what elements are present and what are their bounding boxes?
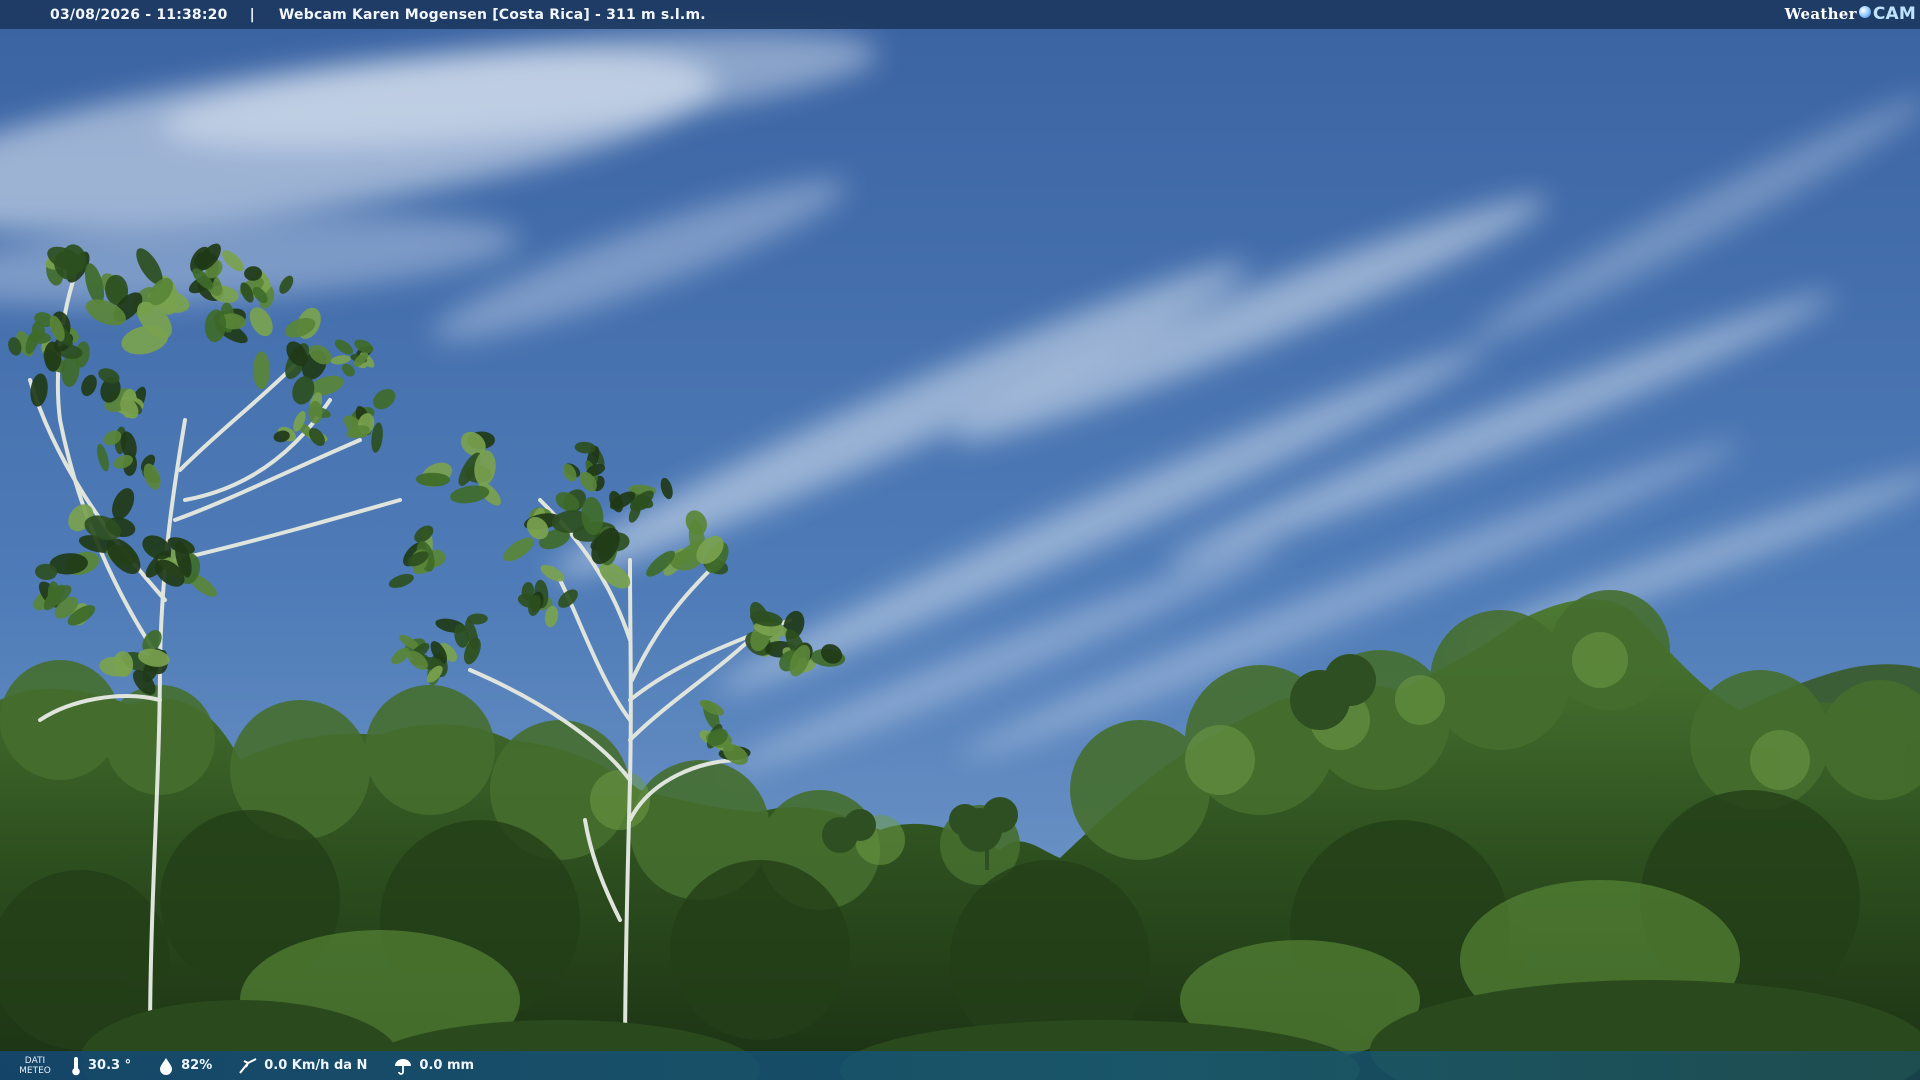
webcam-info-bar: 03/08/2026 - 11:38:20 | Webcam Karen Mog… (0, 0, 1920, 29)
temperature-value: 30.3 ° (88, 1058, 132, 1073)
webcam-scene (0, 0, 1920, 1080)
globe-icon (1858, 6, 1871, 18)
rain-readout: 0.0 mm (393, 1057, 474, 1075)
weather-data-label: DATI METEO (0, 1056, 70, 1076)
humidity-readout: 82% (157, 1057, 212, 1075)
webcam-title: Webcam Karen Mogensen [Costa Rica] - 311… (278, 6, 706, 23)
wind-value: 0.0 Km/h da N (264, 1058, 368, 1073)
label-line2: METEO (19, 1065, 51, 1076)
humidity-drop-icon (160, 1057, 173, 1075)
leaf (253, 351, 270, 390)
wind-icon (239, 1057, 257, 1074)
wind-readout: 0.0 Km/h da N (238, 1057, 367, 1075)
humidity-value: 82% (181, 1058, 213, 1073)
datetime: 03/08/2026 - 11:38:20 (50, 6, 228, 23)
weathercam-logo: Weather CAM (1785, 3, 1916, 25)
temperature-readout: 30.3 ° (70, 1056, 131, 1076)
separator: | (249, 6, 255, 23)
label-line1: DATI (24, 1055, 46, 1066)
brand-cam: CAM (1872, 4, 1916, 24)
rain-value: 0.0 mm (419, 1058, 475, 1073)
thermometer-icon (72, 1056, 80, 1075)
rain-umbrella-icon (395, 1058, 412, 1075)
brand-weather: Weather (1784, 5, 1857, 23)
weather-data-bar: DATI METEO 30.3 ° 82% 0.0 Km/h da N 0.0 … (0, 1051, 1920, 1080)
